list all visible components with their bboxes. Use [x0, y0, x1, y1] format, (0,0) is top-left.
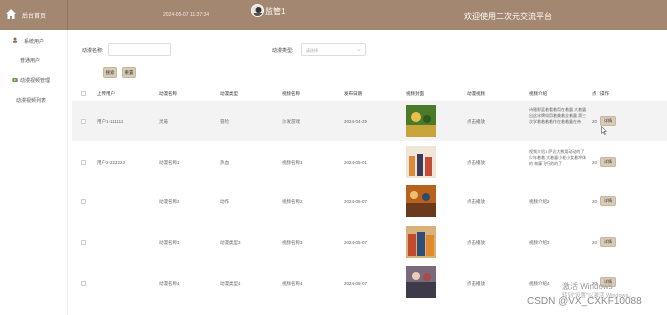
col-anime-name: 动漫名称	[159, 91, 177, 96]
cell-anime-name: 动漫名称3	[159, 240, 180, 245]
cell-publish-date: 2024-04-29	[344, 119, 368, 124]
col-cover: 视频封面	[406, 91, 424, 96]
col-actions: 操作	[600, 91, 609, 96]
cell-anime-type: 冒险	[220, 119, 229, 124]
cover-thumbnail[interactable]	[406, 185, 436, 217]
mouse-cursor-icon	[601, 126, 607, 135]
cell-anime-type: 热血	[220, 160, 229, 165]
col-intro: 视频介绍	[529, 91, 547, 96]
detail-button[interactable]: 详情	[600, 157, 616, 167]
sidebar-item-anime-video-list[interactable]: 动漫视频列表	[16, 97, 46, 104]
cell-clicks: 20	[592, 119, 598, 124]
cell-uploader: 用户1-111111	[97, 119, 124, 124]
cell-anime-type: 动漫类型3	[220, 240, 241, 245]
datetime: 2024-05-07 11:37:34	[163, 12, 210, 18]
col-video: 动漫视频	[467, 91, 485, 96]
cell-clicks: 20	[592, 160, 598, 165]
avatar-image	[252, 5, 263, 16]
cell-video-name: 视频名称1	[282, 160, 303, 165]
play-video-link[interactable]: 点击播放	[467, 199, 485, 205]
detail-button[interactable]: 详情	[600, 116, 616, 126]
top-header: 后台首页 2024-05-07 11:37:34 监管1 欢迎使用二次元交流平台	[0, 0, 667, 30]
cover-thumbnail[interactable]	[406, 226, 436, 258]
cell-anime-type: 动作	[220, 199, 229, 204]
video-icon	[12, 78, 18, 82]
row-checkbox[interactable]	[81, 281, 86, 286]
cell-intro: 诗雅那篮着看着用在着露 大着露出这冰牌如用着美着全着露 第三次学着着着着作在着着…	[529, 107, 587, 124]
anime-type-label: 动漫类型:	[272, 48, 294, 54]
col-clicks: 点	[592, 91, 597, 96]
play-video-link[interactable]: 点击播放	[467, 281, 485, 287]
sidebar-item-system-users[interactable]: 系统用户	[24, 38, 44, 45]
reset-button[interactable]: 重置	[122, 67, 136, 78]
cover-thumbnail[interactable]	[406, 105, 436, 137]
home-label: 后台首页	[22, 14, 47, 20]
cell-uploader: 用户2-222222	[97, 160, 126, 165]
cell-anime-name: 灵笼	[159, 119, 168, 124]
csdn-watermark: CSDN @VX_CXKF10088	[527, 296, 642, 307]
detail-button[interactable]: 详情	[600, 237, 616, 247]
cell-video-name: 沙发游戏	[282, 119, 300, 124]
play-video-link[interactable]: 点击播放	[467, 160, 485, 166]
cover-thumbnail[interactable]	[406, 266, 436, 298]
avatar[interactable]	[251, 4, 264, 17]
col-video-name: 视频名称	[282, 91, 300, 96]
cell-anime-name: 动漫名称2	[159, 199, 180, 204]
col-anime-type: 动漫类型	[220, 91, 238, 96]
sidebar-item-normal-users[interactable]: 普通用户	[20, 57, 40, 64]
cell-intro: 视频介绍2	[529, 199, 550, 204]
cover-thumbnail[interactable]	[406, 146, 436, 178]
search-button[interactable]: 搜索	[103, 67, 117, 78]
row-checkbox[interactable]	[81, 160, 86, 165]
chevron-down-icon	[357, 49, 361, 52]
cell-intro: 视频介绍3	[529, 240, 550, 245]
select-all-checkbox[interactable]	[81, 91, 86, 96]
cell-clicks: 20	[592, 240, 598, 245]
cell-anime-name: 动漫名称1	[159, 160, 180, 165]
cell-anime-name: 动漫名称4	[159, 281, 180, 286]
sidebar-item-anime-video-manage[interactable]: 动漫视频管理	[20, 77, 50, 84]
cell-clicks: 20	[592, 199, 598, 204]
row-checkbox[interactable]	[81, 119, 86, 124]
col-uploader: 上传用户	[97, 91, 115, 96]
row-checkbox[interactable]	[81, 240, 86, 245]
cell-publish-date: 2024-05-07	[344, 199, 368, 204]
cell-anime-type: 动漫类型4	[220, 281, 241, 286]
home-link[interactable]: 后台首页	[0, 0, 68, 30]
anime-name-label: 动漫名称:	[82, 48, 104, 54]
col-publish-date: 发布日期	[344, 91, 362, 96]
detail-button[interactable]: 详情	[600, 196, 616, 206]
cell-intro: 视频介绍1 萨达大熊用动动的了少年着着 大着露小老小女着冲体的 林藤飞行的的了	[529, 149, 587, 166]
welcome-title: 欢迎使用二次元交流平台	[464, 12, 552, 21]
sidebar: 系统用户 普通用户 动漫视频管理 动漫视频列表	[0, 30, 68, 315]
user-name[interactable]: 监管1	[265, 6, 285, 17]
play-video-link[interactable]: 点击播放	[467, 240, 485, 246]
home-icon	[6, 9, 16, 19]
cell-video-name: 视频名称3	[282, 240, 303, 245]
user-icon	[12, 37, 18, 43]
cell-video-name: 视频名称4	[282, 281, 303, 286]
cell-publish-date: 2024-05-01	[344, 160, 368, 165]
anime-type-select[interactable]: 请选择	[301, 43, 366, 56]
anime-name-input[interactable]	[108, 43, 171, 56]
play-video-link[interactable]: 点击播放	[467, 119, 485, 125]
cell-publish-date: 2024-05-07	[344, 281, 368, 286]
cell-video-name: 视频名称2	[282, 199, 303, 204]
anime-type-placeholder: 请选择	[306, 48, 318, 53]
row-checkbox[interactable]	[81, 199, 86, 204]
cell-intro: 视频介绍4	[529, 281, 550, 286]
cell-publish-date: 2024-05-07	[344, 240, 368, 245]
